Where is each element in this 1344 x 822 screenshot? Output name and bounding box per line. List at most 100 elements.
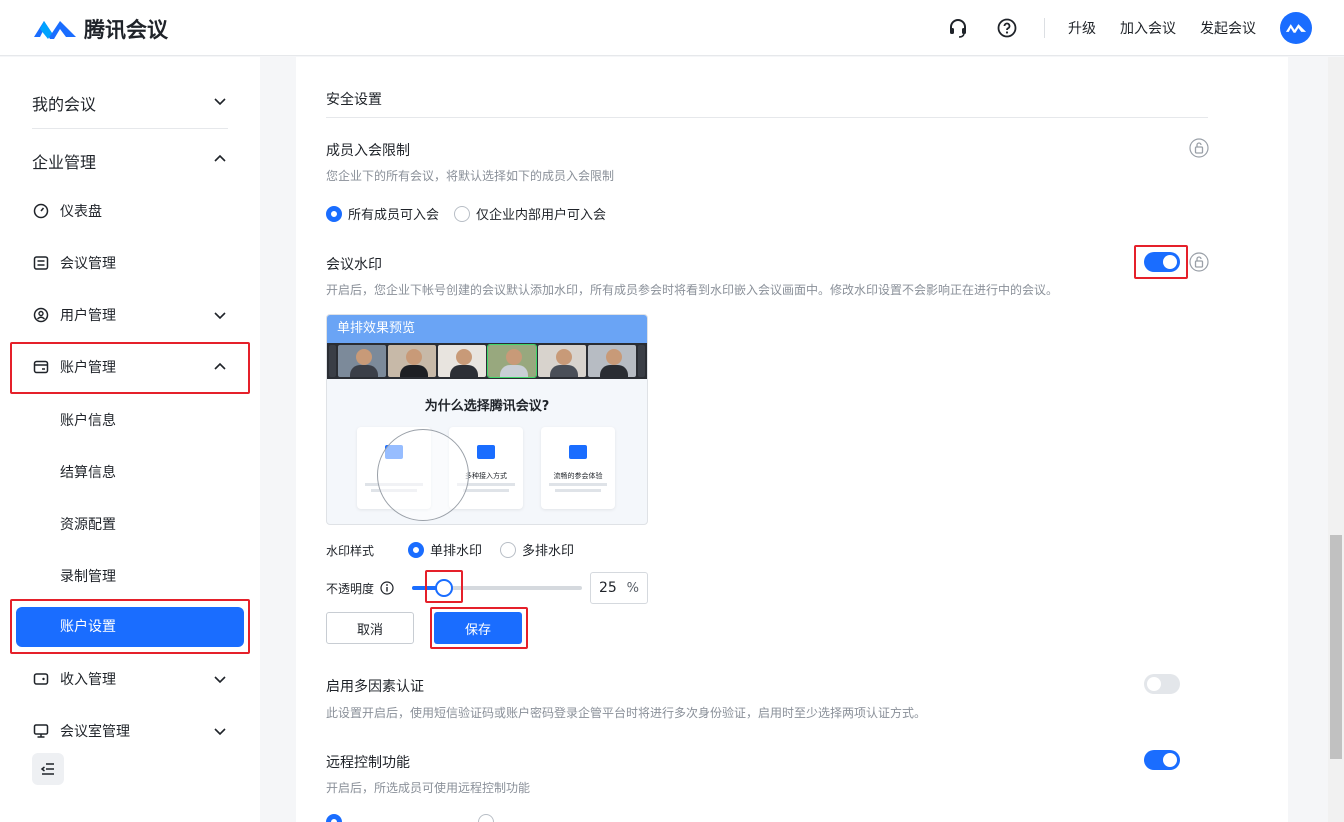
sidebar-item-dashboard[interactable]: 仪表盘: [32, 199, 228, 223]
sidebar-sub-recording[interactable]: 录制管理: [60, 566, 116, 586]
collapse-sidebar-button[interactable]: [32, 753, 64, 785]
chevron-up-icon: [214, 154, 226, 162]
cancel-button[interactable]: 取消: [326, 612, 414, 644]
help-icon[interactable]: [995, 16, 1019, 40]
join-meeting-link[interactable]: 加入会议: [1120, 18, 1176, 38]
chevron-down-icon: [214, 312, 226, 320]
opacity-label: 不透明度: [326, 582, 375, 596]
sidebar: 我的会议 企业管理 仪表盘 会议管理 用户管理 账户管理 账户信息 结算信息 资…: [0, 57, 260, 822]
opacity-input[interactable]: 25 %: [590, 572, 648, 604]
video-tile: [338, 345, 387, 377]
list-icon: [32, 254, 50, 272]
sidebar-item-meetings[interactable]: 会议管理: [32, 251, 228, 275]
user-icon: [32, 306, 50, 324]
wallet-icon: [32, 670, 50, 688]
sidebar-item-rooms[interactable]: 会议室管理: [32, 719, 228, 743]
remote-toggle[interactable]: [1144, 750, 1180, 770]
radio-unchecked[interactable]: [454, 205, 470, 222]
chevron-up-icon: [214, 362, 226, 370]
headset-icon[interactable]: [946, 16, 970, 40]
radio-remote-option[interactable]: [326, 814, 348, 822]
sidebar-item-label: 账户管理: [60, 360, 116, 376]
watermark-toggle[interactable]: [1144, 252, 1180, 272]
tencent-meeting-logo-icon: [32, 15, 78, 43]
video-tile: [587, 345, 636, 377]
top-header: 腾讯会议 升级 加入会议 发起会议: [0, 0, 1344, 56]
account-icon: [32, 358, 50, 376]
watermark-style-label: 水印样式: [326, 544, 375, 558]
join-limit-desc: 您企业下的所有会议，将默认选择如下的成员入会限制: [326, 169, 615, 183]
header-divider: [1044, 18, 1045, 38]
radio-remote-option[interactable]: [478, 814, 500, 822]
strip-arrow-left: [329, 345, 337, 377]
magnifier-lens: [377, 429, 469, 521]
chevron-down-icon: [214, 98, 226, 106]
toggle-knob: [1163, 255, 1177, 269]
chevron-down-icon: [214, 676, 226, 684]
sidebar-item-users[interactable]: 用户管理: [32, 303, 228, 327]
join-limit-title: 成员入会限制: [326, 143, 410, 159]
radio-label: 多排水印: [522, 544, 575, 559]
sidebar-item-label: 用户管理: [60, 308, 116, 324]
sidebar-item-label: 收入管理: [60, 672, 116, 688]
radio-unchecked[interactable]: [478, 814, 494, 822]
remote-desc: 开启后，所选成员可使用远程控制功能: [326, 781, 531, 795]
user-avatar[interactable]: [1280, 12, 1312, 44]
info-icon[interactable]: [380, 581, 394, 595]
sidebar-item-label: 会议管理: [60, 256, 116, 272]
video-tile: [537, 345, 586, 377]
room-icon: [32, 722, 50, 740]
brand-name: 腾讯会议: [84, 18, 168, 42]
sidebar-divider: [32, 128, 228, 129]
radio-unchecked[interactable]: [500, 541, 516, 558]
section-title: 安全设置: [326, 92, 382, 108]
sidebar-sub-billing-info[interactable]: 结算信息: [60, 462, 116, 482]
watermark-desc: 开启后，您企业下帐号创建的会议默认添加水印，所有成员参会时将看到水印嵌入会议画面…: [326, 283, 1059, 297]
radio-label: 仅企业内部用户可入会: [476, 208, 607, 223]
sidebar-sub-account-info[interactable]: 账户信息: [60, 410, 116, 430]
upgrade-link[interactable]: 升级: [1068, 18, 1096, 38]
video-tile: [388, 345, 437, 377]
opacity-slider[interactable]: [412, 579, 582, 597]
toggle-knob: [1163, 753, 1177, 767]
radio-single-watermark[interactable]: 单排水印: [408, 540, 482, 559]
lock-icon[interactable]: [1189, 138, 1209, 158]
video-tile: [487, 344, 537, 378]
opacity-unit: %: [626, 580, 639, 596]
sidebar-item-label: 会议室管理: [60, 724, 130, 740]
radio-label: 单排水印: [430, 544, 483, 559]
start-meeting-link[interactable]: 发起会议: [1200, 18, 1256, 38]
video-tile: [438, 345, 486, 377]
dashboard-icon: [32, 202, 50, 220]
video-strip: [327, 343, 647, 379]
radio-label: 所有成员可入会: [348, 208, 440, 223]
watermark-preview: 单排效果预览 为什么选择腾讯会议? 多种接入方式 流畅的参会体验: [326, 314, 648, 525]
radio-all-members[interactable]: 所有成员可入会: [326, 204, 439, 223]
radio-checked[interactable]: [326, 205, 342, 222]
mfa-toggle[interactable]: [1144, 674, 1180, 694]
remote-title: 远程控制功能: [326, 755, 410, 771]
sidebar-sub-account-settings[interactable]: 账户设置: [16, 607, 244, 647]
brand-logo[interactable]: 腾讯会议: [32, 14, 168, 44]
sidebar-enterprise[interactable]: 企业管理: [32, 149, 96, 173]
save-button[interactable]: 保存: [434, 612, 522, 644]
sidebar-item-income[interactable]: 收入管理: [32, 667, 228, 691]
sidebar-item-label: 仪表盘: [60, 204, 102, 220]
sidebar-sub-resources[interactable]: 资源配置: [60, 514, 116, 534]
preview-heading: 为什么选择腾讯会议?: [424, 399, 550, 414]
section-divider: [326, 117, 1208, 118]
radio-checked[interactable]: [326, 814, 342, 822]
radio-multi-watermark[interactable]: 多排水印: [500, 540, 574, 559]
radio-internal-only[interactable]: 仅企业内部用户可入会: [454, 204, 606, 223]
preview-title: 单排效果预览: [327, 315, 647, 343]
radio-checked[interactable]: [408, 541, 424, 558]
slider-thumb[interactable]: [435, 579, 453, 597]
sidebar-item-account[interactable]: 账户管理: [32, 355, 228, 379]
lock-icon[interactable]: [1189, 252, 1209, 272]
mfa-desc: 此设置开启后，使用短信验证码或账户密码登录企管平台时将进行多次身份验证，启用时至…: [326, 706, 927, 720]
mfa-title: 启用多因素认证: [326, 679, 424, 695]
sidebar-my-meetings[interactable]: 我的会议: [32, 91, 96, 115]
watermark-title: 会议水印: [326, 257, 382, 273]
preview-feature-card: 流畅的参会体验: [541, 427, 615, 509]
scrollbar-thumb[interactable]: [1330, 535, 1342, 759]
